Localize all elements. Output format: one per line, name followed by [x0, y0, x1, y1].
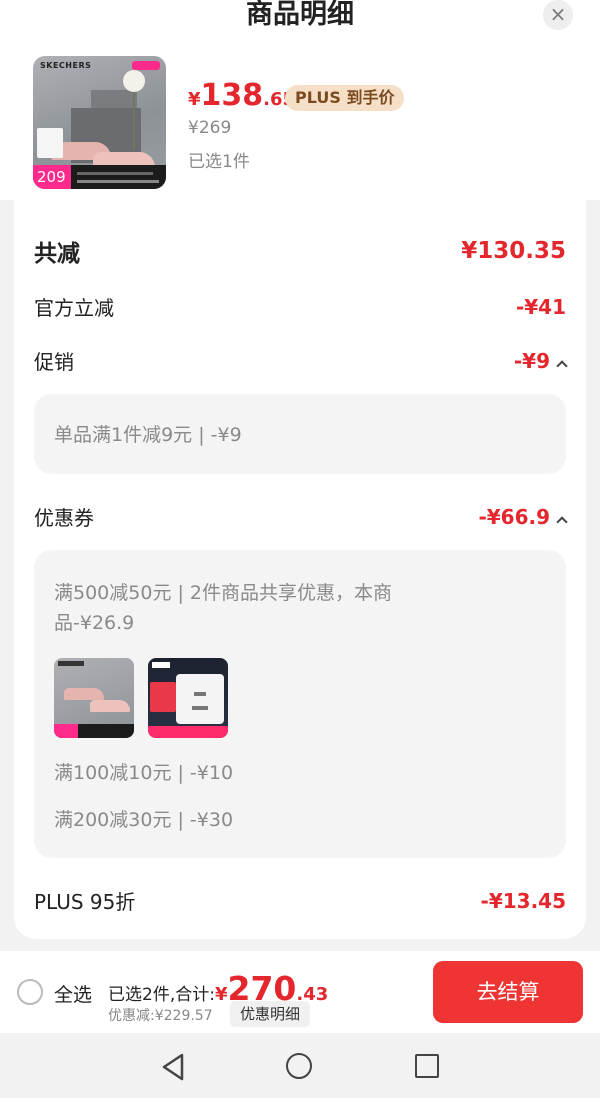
- coupon-amount: -¥66.9: [478, 504, 550, 529]
- saved-amount: 优惠减:¥229.57: [108, 1008, 213, 1024]
- image-bar-line: [77, 180, 159, 183]
- thumb-promo: [150, 682, 176, 712]
- promotion-detail-box: 单品满1件减9元 | -¥9: [34, 394, 566, 474]
- coupon-row[interactable]: 优惠券 -¥66.9: [34, 502, 568, 531]
- thumb-socket-hole: [192, 706, 208, 710]
- close-button[interactable]: ×: [543, 0, 573, 30]
- promotion-label: 促销: [34, 350, 74, 374]
- image-stem: [133, 90, 135, 150]
- thumb-logo: [58, 661, 84, 666]
- selected-count: 已选1件: [188, 152, 250, 172]
- promotion-amount: -¥9: [513, 348, 550, 373]
- coupon-detail-line: 品-¥26.9: [54, 612, 135, 634]
- coupon-extra-line: 满100减10元 | -¥10: [54, 762, 234, 784]
- image-flower: [123, 70, 145, 92]
- recent-apps-icon[interactable]: [415, 1054, 439, 1078]
- coupon-extra-line: 满200减30元 | -¥30: [54, 809, 234, 831]
- close-icon: ×: [549, 2, 567, 26]
- thumb-socket-panel: [176, 674, 224, 724]
- coupon-detail-box: 满500减50元 | 2件商品共享优惠，本商 品-¥26.9 满100减10元 …: [34, 550, 566, 858]
- coupon-detail-line: 满500减50元 | 2件商品共享优惠，本商: [54, 582, 393, 604]
- thumb-socket-hole: [194, 692, 206, 696]
- back-icon[interactable]: [160, 1053, 186, 1081]
- plus-discount-label: PLUS 95折: [34, 890, 136, 914]
- plus-discount-value: -¥13.45: [480, 888, 566, 913]
- thumb-promo-bar: [148, 726, 228, 738]
- brand-logo: SKECHERS: [40, 61, 92, 70]
- checkout-button[interactable]: 去结算: [433, 961, 583, 1023]
- thumb-logo: [152, 662, 170, 668]
- socket-product-thumb[interactable]: [148, 658, 228, 738]
- select-all-label[interactable]: 全选: [54, 980, 92, 1007]
- discount-breakdown-card: 共减 ¥130.35 官方立减 -¥41 促销 -¥9 单品满1件减9元 | -…: [14, 200, 586, 939]
- coupon-value: -¥66.9: [478, 504, 568, 529]
- image-tag: [132, 61, 160, 70]
- image-badge: [37, 128, 63, 158]
- coupon-label: 优惠券: [34, 506, 94, 530]
- discount-detail-button[interactable]: 优惠明细: [230, 1001, 311, 1027]
- price-symbol: ¥: [188, 89, 201, 110]
- official-discount-label: 官方立减: [34, 296, 114, 320]
- sheet-header: 商品明细 × SKECHERS 209 ¥ 138 .65 PLUS 到手价 ¥…: [0, 0, 600, 200]
- product-image[interactable]: SKECHERS 209: [33, 56, 166, 189]
- price-integer: 138: [200, 78, 264, 113]
- thumb-shoe: [64, 688, 104, 700]
- thumb-price-tag: [54, 724, 78, 738]
- checkout-bar: 全选 已选2件,合计: ¥ 270 .43 优惠减:¥229.57 优惠明细 去…: [0, 951, 600, 1033]
- promotion-value: -¥9: [513, 348, 568, 373]
- total-discount-label: 共减: [34, 241, 80, 267]
- system-nav-bar: [0, 1033, 600, 1098]
- plus-price-badge: PLUS 到手价: [285, 85, 405, 111]
- home-icon[interactable]: [286, 1053, 312, 1079]
- official-discount-row: 官方立减 -¥41: [34, 292, 566, 321]
- cut-off-row: [34, 200, 566, 206]
- image-price: 209: [33, 165, 71, 189]
- original-price: ¥269: [188, 118, 232, 138]
- plus-discount-row: PLUS 95折 -¥13.45: [34, 886, 566, 915]
- chevron-up-icon[interactable]: [556, 515, 568, 528]
- current-price: ¥ 138 .65: [188, 78, 295, 113]
- official-discount-value: -¥41: [515, 294, 566, 319]
- total-discount-value: ¥130.35: [461, 238, 566, 264]
- select-all-checkbox[interactable]: [17, 979, 43, 1005]
- summary-text: 已选2件,合计:: [108, 985, 215, 1005]
- thumb-shoe: [90, 700, 130, 712]
- total-discount-row: 共减 ¥130.35: [34, 234, 566, 268]
- total-symbol: ¥: [214, 984, 228, 1005]
- page-title: 商品明细: [246, 0, 354, 30]
- promotion-detail-text: 单品满1件减9元 | -¥9: [54, 424, 242, 446]
- shoe-product-thumb[interactable]: [54, 658, 134, 738]
- chevron-up-icon[interactable]: [556, 359, 568, 372]
- image-bar-line: [77, 172, 153, 175]
- promotion-row[interactable]: 促销 -¥9: [34, 346, 568, 375]
